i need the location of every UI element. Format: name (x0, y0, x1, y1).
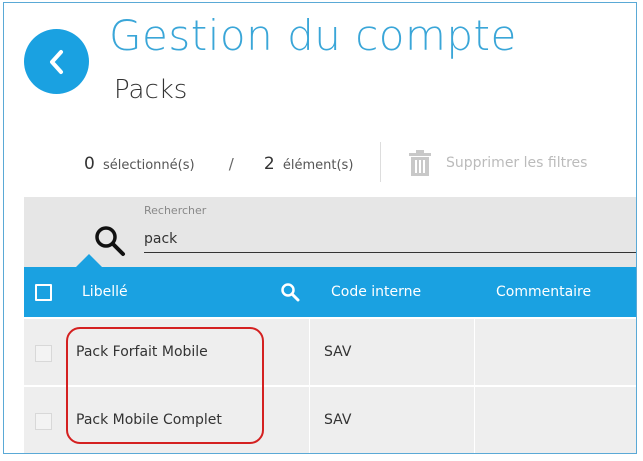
selection-summary: 0 sélectionné(s) / 2 élément(s) (84, 154, 353, 174)
table-row[interactable]: Pack Forfait Mobile SAV (24, 319, 636, 385)
column-header-commentaire[interactable]: Commentaire (496, 284, 591, 300)
cell-code-interne: SAV (324, 412, 352, 428)
back-button[interactable] (24, 29, 89, 94)
app-frame: Gestion du compte Packs 0 sélectionné(s)… (3, 2, 637, 454)
total-count: 2 (263, 154, 275, 174)
column-divider (474, 387, 475, 453)
clear-filters-label: Supprimer les filtres (446, 155, 588, 171)
column-header-code-interne[interactable]: Code interne (331, 284, 421, 300)
count-separator: / (228, 155, 234, 173)
column-header-libelle[interactable]: Libellé (82, 284, 128, 300)
selected-label: sélectionné(s) (102, 158, 195, 173)
sort-indicator (76, 254, 102, 267)
table-header: Libellé Code interne Commentaire (24, 254, 636, 317)
cell-libelle: Pack Mobile Complet (76, 412, 222, 428)
select-all-checkbox[interactable] (35, 284, 52, 301)
search-input[interactable] (144, 225, 636, 253)
row-checkbox[interactable] (35, 345, 52, 362)
column-divider (474, 319, 475, 385)
cell-code-interne: SAV (324, 344, 352, 360)
search-panel: Rechercher (24, 197, 636, 267)
toolbar-divider (380, 142, 381, 182)
search-label: Rechercher (144, 204, 207, 217)
clear-filters-button[interactable]: Supprimer les filtres (408, 149, 587, 177)
page-title: Gestion du compte (109, 11, 517, 60)
search-icon (95, 226, 125, 256)
row-checkbox[interactable] (35, 413, 52, 430)
column-search-icon[interactable] (280, 282, 300, 302)
cell-libelle: Pack Forfait Mobile (76, 344, 208, 360)
trash-icon (409, 150, 431, 176)
total-label: élément(s) (282, 158, 354, 173)
column-divider (309, 319, 310, 385)
page-subtitle: Packs (114, 75, 188, 105)
selected-count: 0 (84, 154, 95, 174)
chevron-left-icon (49, 49, 63, 74)
table-row[interactable]: Pack Mobile Complet SAV (24, 387, 636, 453)
column-divider (309, 387, 310, 453)
